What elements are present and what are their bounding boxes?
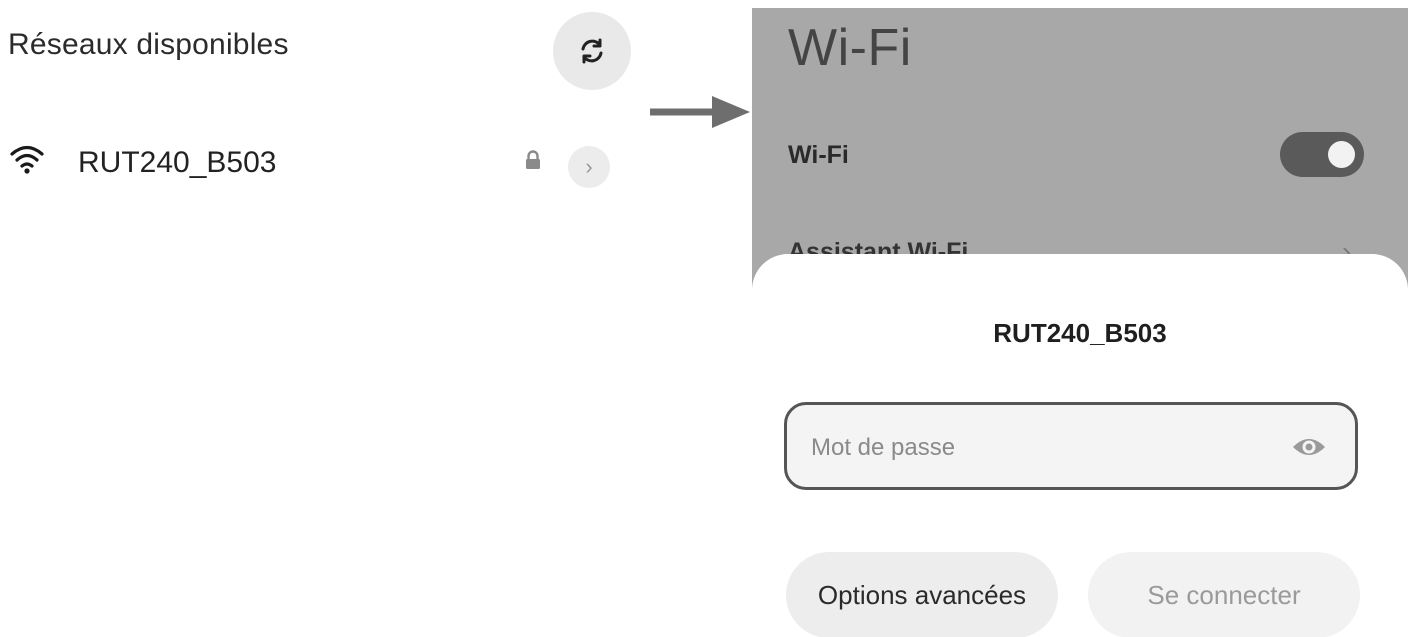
network-name: RUT240_B503 xyxy=(78,146,277,179)
wifi-toggle[interactable] xyxy=(1280,132,1364,177)
available-networks-title: Réseaux disponibles xyxy=(8,28,289,61)
password-field[interactable] xyxy=(784,402,1358,490)
connect-button[interactable]: Se connecter xyxy=(1088,552,1360,637)
network-list-item[interactable]: RUT240_B503 › xyxy=(0,128,640,200)
lock-icon xyxy=(526,150,540,169)
screen-title: Wi-Fi xyxy=(788,19,912,77)
refresh-button[interactable] xyxy=(553,12,631,90)
password-dialog: RUT240_B503 Options avancées Se connecte… xyxy=(752,254,1408,637)
chevron-right-icon: › xyxy=(585,154,593,179)
toggle-knob xyxy=(1328,141,1355,168)
wifi-signal-icon xyxy=(10,145,44,174)
advanced-options-button[interactable]: Options avancées xyxy=(786,552,1058,637)
password-input[interactable] xyxy=(811,431,1251,465)
dialog-title: RUT240_B503 xyxy=(993,318,1167,348)
eye-icon[interactable] xyxy=(1291,433,1327,461)
refresh-icon xyxy=(581,38,603,64)
arrow-right-icon xyxy=(650,96,750,128)
wifi-settings-screen: Wi-Fi Wi-Fi Assistant Wi-Fi › RUT240_B50… xyxy=(752,8,1408,637)
wifi-setting-label: Wi-Fi xyxy=(788,141,849,169)
network-details-button[interactable]: › xyxy=(568,146,610,188)
